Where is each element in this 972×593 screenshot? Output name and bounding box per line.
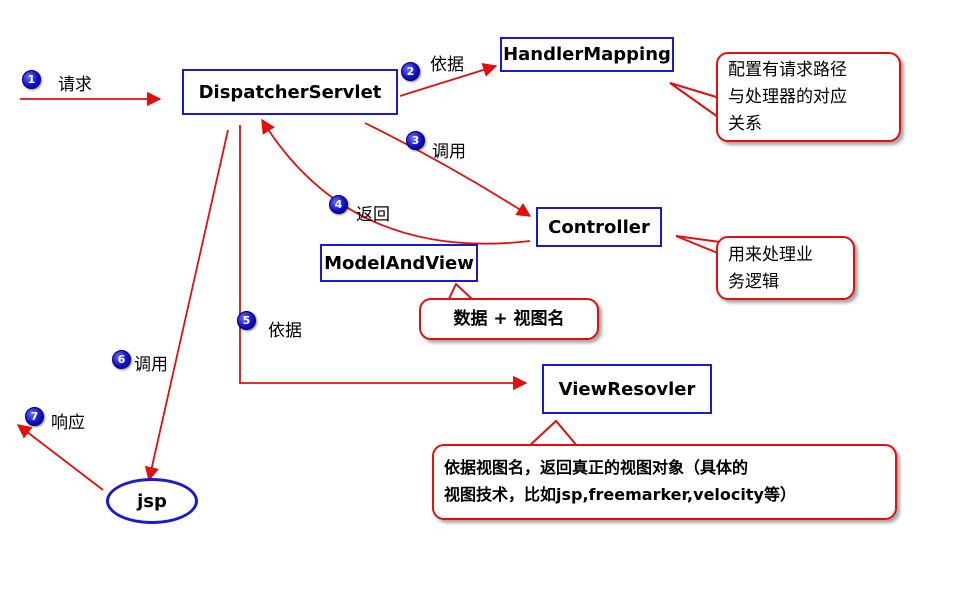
model-note-text: 数据 + 视图名 — [453, 308, 565, 329]
step-3-label: 调用 — [432, 142, 466, 162]
handler-mapping-note-line-2: 与处理器的对应 — [728, 87, 847, 107]
view-resolver-note-line-1: 依据视图名，返回真正的视图对象（具体的 — [444, 458, 749, 477]
model-and-view-box: ModelAndView — [320, 244, 478, 282]
step-4-label: 返回 — [356, 205, 390, 225]
step-6-number: 6 — [117, 353, 126, 366]
step-1-label: 请求 — [58, 75, 92, 95]
controller-note: 用来处理业 务逻辑 — [716, 236, 855, 300]
controller-box: Controller — [536, 207, 662, 247]
step-2-number: 2 — [406, 65, 415, 78]
handler-mapping-note-line-3: 关系 — [728, 114, 762, 134]
controller-note-line-2: 务逻辑 — [728, 272, 779, 292]
view-resolver-box: ViewResovler — [542, 364, 712, 414]
step-3-badge: 3 — [406, 131, 425, 150]
step-6-badge: 6 — [112, 350, 131, 369]
step-1-badge: 1 — [22, 70, 41, 89]
handler-mapping-box: HandlerMapping — [500, 37, 674, 72]
handler-mapping-note-line-1: 配置有请求路径 — [728, 60, 847, 80]
arrow-to-jsp — [144, 129, 229, 482]
step-3-number: 3 — [411, 134, 420, 147]
step-7-label: 响应 — [51, 413, 85, 433]
view-resolver-note: 依据视图名，返回真正的视图对象（具体的 视图技术，比如jsp,freemarke… — [432, 444, 897, 520]
step-5-badge: 5 — [237, 311, 256, 330]
view-resolver-note-line-2: 视图技术，比如jsp,freemarker,velocity等） — [444, 485, 796, 504]
step-4-number: 4 — [334, 198, 343, 211]
step-7-badge: 7 — [25, 407, 44, 426]
step-7-number: 7 — [30, 410, 39, 423]
controller-note-line-1: 用来处理业 — [728, 245, 813, 265]
jsp-ellipse: jsp — [106, 478, 198, 524]
spring-mvc-flow-diagram: DispatcherServlet HandlerMapping Control… — [0, 0, 972, 593]
step-1-number: 1 — [27, 73, 36, 86]
step-6-label: 调用 — [134, 355, 168, 375]
model-note: 数据 + 视图名 — [419, 298, 599, 340]
handler-mapping-note: 配置有请求路径 与处理器的对应 关系 — [716, 52, 901, 142]
dispatcher-servlet-box: DispatcherServlet — [182, 69, 398, 115]
step-5-label: 依据 — [268, 321, 302, 341]
step-4-badge: 4 — [329, 195, 348, 214]
step-5-number: 5 — [242, 314, 251, 327]
step-2-badge: 2 — [401, 62, 420, 81]
arrow-response — [16, 424, 104, 491]
step-2-label: 依据 — [430, 55, 464, 75]
controller-note-tail — [675, 235, 721, 255]
